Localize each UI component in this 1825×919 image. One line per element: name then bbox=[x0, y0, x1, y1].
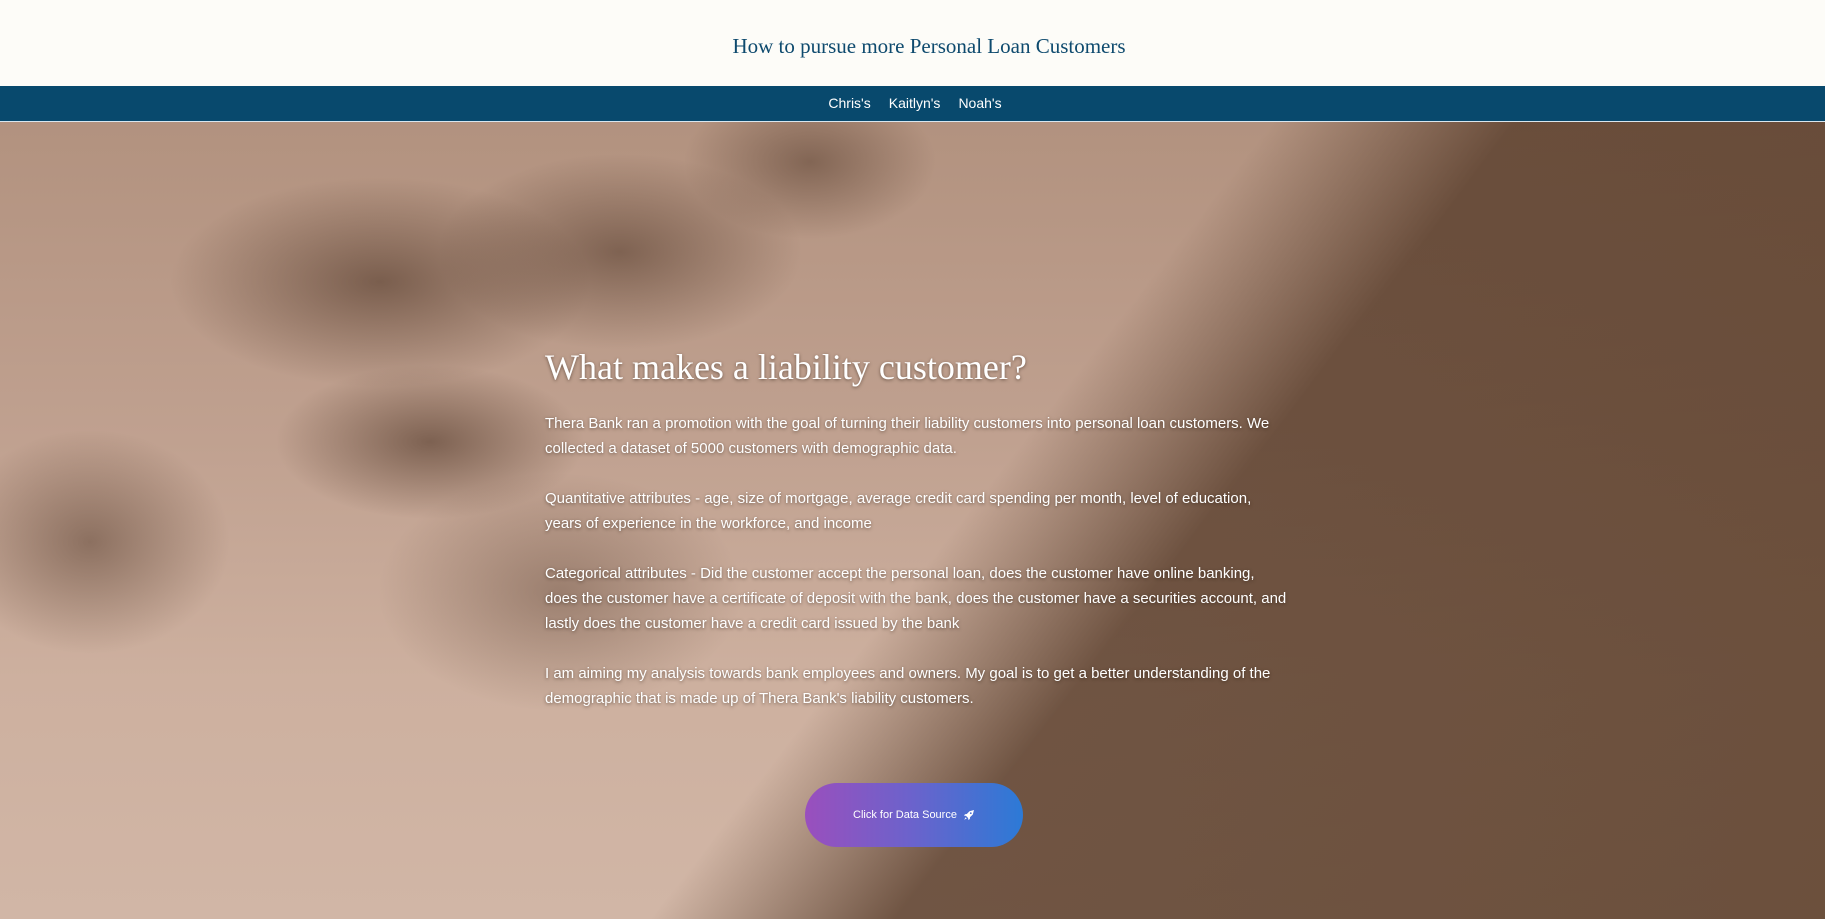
quantitative-attributes-paragraph: Quantitative attributes - age, size of m… bbox=[545, 490, 1252, 532]
nav-bar: Chris's Kaitlyn's Noah's bbox=[0, 86, 1825, 122]
intro-paragraph: Thera Bank ran a promotion with the goal… bbox=[545, 415, 1270, 457]
hero-heading: What makes a liability customer? bbox=[545, 347, 1027, 387]
categorical-attributes-paragraph: Categorical attributes - Did the custome… bbox=[545, 565, 1287, 632]
data-source-button-label: Click for Data Source bbox=[853, 809, 957, 821]
rocket-icon bbox=[963, 809, 975, 821]
site-header: How to pursue more Personal Loan Custome… bbox=[0, 0, 1825, 86]
nav-item-chris[interactable]: Chris's bbox=[819, 86, 879, 121]
data-source-button[interactable]: Click for Data Source bbox=[805, 783, 1023, 847]
hero-content: What makes a liability customer? Thera B… bbox=[545, 345, 1290, 736]
nav-menu: Chris's Kaitlyn's Noah's bbox=[0, 86, 1825, 121]
nav-item-kaitlyn[interactable]: Kaitlyn's bbox=[880, 86, 950, 121]
hero-section: What makes a liability customer? Thera B… bbox=[0, 122, 1825, 919]
nav-item-noah[interactable]: Noah's bbox=[949, 86, 1010, 121]
audience-paragraph: I am aiming my analysis towards bank emp… bbox=[545, 665, 1271, 707]
site-title[interactable]: How to pursue more Personal Loan Custome… bbox=[0, 34, 1825, 59]
